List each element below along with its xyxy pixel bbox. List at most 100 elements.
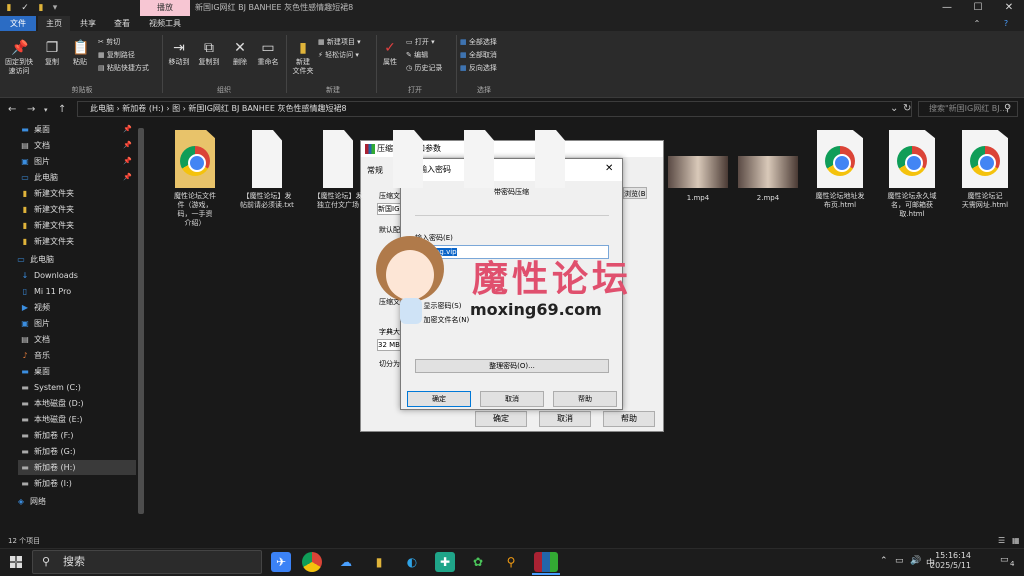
- cut-button[interactable]: ✂ 剪切: [98, 37, 120, 47]
- new-item-button[interactable]: ▦ 新建项目 ▾: [318, 37, 361, 47]
- app-icon[interactable]: ✚: [435, 552, 455, 572]
- new-folder-icon[interactable]: ▮: [36, 3, 46, 13]
- nav-item[interactable]: ▬ 本地磁盘 (E:): [18, 412, 136, 427]
- tray-network-icon[interactable]: ▭: [895, 556, 904, 566]
- properties-button[interactable]: ✓ 属性: [378, 40, 402, 67]
- search-icon[interactable]: ⚲: [1004, 103, 1011, 114]
- file-item[interactable]: 【魔性论坛】发 帖前请必须读.txt: [236, 126, 298, 210]
- dropdown-icon[interactable]: ⌄: [890, 103, 898, 114]
- nav-item[interactable]: ▬ 本地磁盘 (D:): [18, 396, 136, 411]
- minimize-button[interactable]: —: [932, 0, 962, 16]
- move-to-button[interactable]: ⇥ 移动到: [166, 40, 192, 67]
- nav-item[interactable]: ▤ 文档 📌: [18, 138, 136, 153]
- nav-item[interactable]: ▤ 文档: [18, 332, 136, 347]
- customize-quick-access-icon[interactable]: ▾: [50, 3, 60, 13]
- collapse-ribbon-icon[interactable]: ⌃: [970, 16, 984, 31]
- nav-item[interactable]: ▬ 桌面 📌: [18, 122, 136, 137]
- copy-path-button[interactable]: ▦ 复制路径: [98, 50, 135, 60]
- tab-view[interactable]: 查看: [106, 16, 138, 31]
- nav-item[interactable]: ▬ 新加卷 (G:): [18, 444, 136, 459]
- tab-share[interactable]: 共享: [72, 16, 104, 31]
- file-item[interactable]: 魔性论坛记 天需网址.html: [952, 126, 1018, 210]
- pin-icon[interactable]: 📌: [123, 154, 132, 169]
- file-item[interactable]: 魔性论坛永久域 名，可邮箱获 取.html: [880, 126, 944, 219]
- password-ok-button[interactable]: 确定: [407, 391, 471, 407]
- nav-item[interactable]: ▮ 新建文件夹: [18, 234, 136, 249]
- file-item[interactable]: [378, 126, 438, 192]
- back-icon[interactable]: ←: [8, 104, 16, 115]
- close-button[interactable]: ✕: [994, 0, 1024, 16]
- copy-button[interactable]: ❐ 复制: [40, 40, 64, 67]
- edge-icon[interactable]: ◐: [402, 552, 422, 572]
- nav-item[interactable]: ♪ 音乐: [18, 348, 136, 363]
- edit-button[interactable]: ✎ 编辑: [406, 50, 428, 60]
- nav-item[interactable]: ▬ System (C:): [18, 380, 136, 395]
- large-icons-view-icon[interactable]: ▦: [1012, 536, 1020, 545]
- tab-file[interactable]: 文件: [0, 16, 36, 31]
- nav-item[interactable]: ▮ 新建文件夹: [18, 202, 136, 217]
- file-item[interactable]: 1.mp4: [668, 126, 728, 203]
- search-tool-icon[interactable]: ⚲: [501, 552, 521, 572]
- organize-passwords-button[interactable]: 整理密码(O)...: [415, 359, 609, 373]
- paste-shortcut-button[interactable]: ▤ 粘贴快捷方式: [98, 63, 149, 73]
- nav-item[interactable]: ▣ 图片 📌: [18, 154, 136, 169]
- context-tab-play[interactable]: 播放: [140, 0, 190, 16]
- nav-item[interactable]: ▭ 此电脑 📌: [18, 170, 136, 185]
- rename-button[interactable]: ▭ 重命名: [254, 40, 282, 67]
- baidu-netdisk-icon[interactable]: ☁: [336, 552, 356, 572]
- tray-overflow-icon[interactable]: ⌃: [880, 556, 888, 566]
- file-item[interactable]: 【魔性论坛】发 独立付文广场: [307, 126, 369, 210]
- nav-item[interactable]: ▣ 图片: [18, 316, 136, 331]
- forward-icon[interactable]: →: [27, 104, 35, 115]
- search-input[interactable]: 搜索"新国IG网红 BJ...": [918, 101, 1018, 117]
- app-pinwheel-icon[interactable]: ✿: [468, 552, 488, 572]
- nav-item[interactable]: ▭ 此电脑: [14, 252, 132, 267]
- pin-quick-access-button[interactable]: 📌 固定到快 速访问: [4, 40, 34, 76]
- tray-volume-icon[interactable]: 🔊: [910, 556, 921, 566]
- select-all-button[interactable]: ▦ 全部选择: [460, 37, 497, 47]
- nav-item[interactable]: ▬ 新加卷 (I:): [18, 476, 136, 491]
- password-cancel-button[interactable]: 取消: [480, 391, 544, 407]
- nav-item[interactable]: ↓ Downloads: [18, 268, 136, 283]
- maximize-button[interactable]: ☐: [963, 0, 993, 16]
- taskbar-search[interactable]: 搜索: [32, 550, 262, 574]
- folder-icon[interactable]: ▮: [4, 3, 14, 13]
- invert-selection-button[interactable]: ▦ 反向选择: [460, 63, 497, 73]
- file-item[interactable]: [449, 126, 509, 192]
- address-bar[interactable]: 此电脑 › 新加卷 (H:) › 图 › 新国IG网红 BJ BANHEE 灰色…: [77, 101, 912, 117]
- compress-ok-button[interactable]: 确定: [475, 411, 527, 427]
- copy-to-button[interactable]: ⧉ 复制到: [196, 40, 222, 67]
- up-icon[interactable]: ↑: [58, 104, 66, 115]
- file-item[interactable]: 魔性论坛地址发 布页.html: [808, 126, 872, 210]
- history-button[interactable]: ◷ 历史记录: [406, 63, 442, 73]
- notification-icon[interactable]: ▭: [1000, 555, 1009, 565]
- pin-icon[interactable]: 📌: [123, 122, 132, 137]
- paste-button[interactable]: 📋 粘贴: [68, 40, 92, 67]
- delete-button[interactable]: ✕ 删除: [228, 40, 252, 67]
- pin-icon[interactable]: 📌: [123, 170, 132, 185]
- tab-home[interactable]: 主页: [38, 16, 70, 31]
- app-feishu-icon[interactable]: ✈: [271, 552, 291, 572]
- password-dialog-close-icon[interactable]: ✕: [605, 163, 613, 174]
- nav-item[interactable]: ▯ Mi 11 Pro: [18, 284, 136, 299]
- select-none-button[interactable]: ▦ 全部取消: [460, 50, 497, 60]
- nav-item[interactable]: ▶ 视频: [18, 300, 136, 315]
- pin-icon[interactable]: 📌: [123, 138, 132, 153]
- open-button[interactable]: ▭ 打开 ▾: [406, 37, 435, 47]
- file-item[interactable]: [520, 126, 580, 192]
- nav-item[interactable]: ▬ 新加卷 (F:): [18, 428, 136, 443]
- nav-item[interactable]: ▬ 桌面: [18, 364, 136, 379]
- nav-item[interactable]: ▮ 新建文件夹: [18, 186, 136, 201]
- nav-scrollbar-thumb[interactable]: [138, 128, 144, 514]
- nav-item[interactable]: ◈ 网络: [14, 494, 132, 509]
- dictionary-select[interactable]: 32 MB: [377, 339, 401, 351]
- nav-item[interactable]: ▬ 新加卷 (H:): [18, 460, 136, 475]
- help-icon[interactable]: ?: [996, 16, 1016, 31]
- compress-cancel-button[interactable]: 取消: [539, 411, 591, 427]
- chrome-icon[interactable]: [302, 552, 322, 572]
- winrar-taskbar-icon[interactable]: [534, 552, 558, 572]
- password-help-button[interactable]: 帮助: [553, 391, 617, 407]
- file-item[interactable]: 魔性论坛文件 件（游戏， 码，一手资 介绍）: [165, 126, 225, 228]
- details-view-icon[interactable]: ☰: [998, 536, 1005, 545]
- recent-locations-icon[interactable]: ▾: [44, 106, 48, 114]
